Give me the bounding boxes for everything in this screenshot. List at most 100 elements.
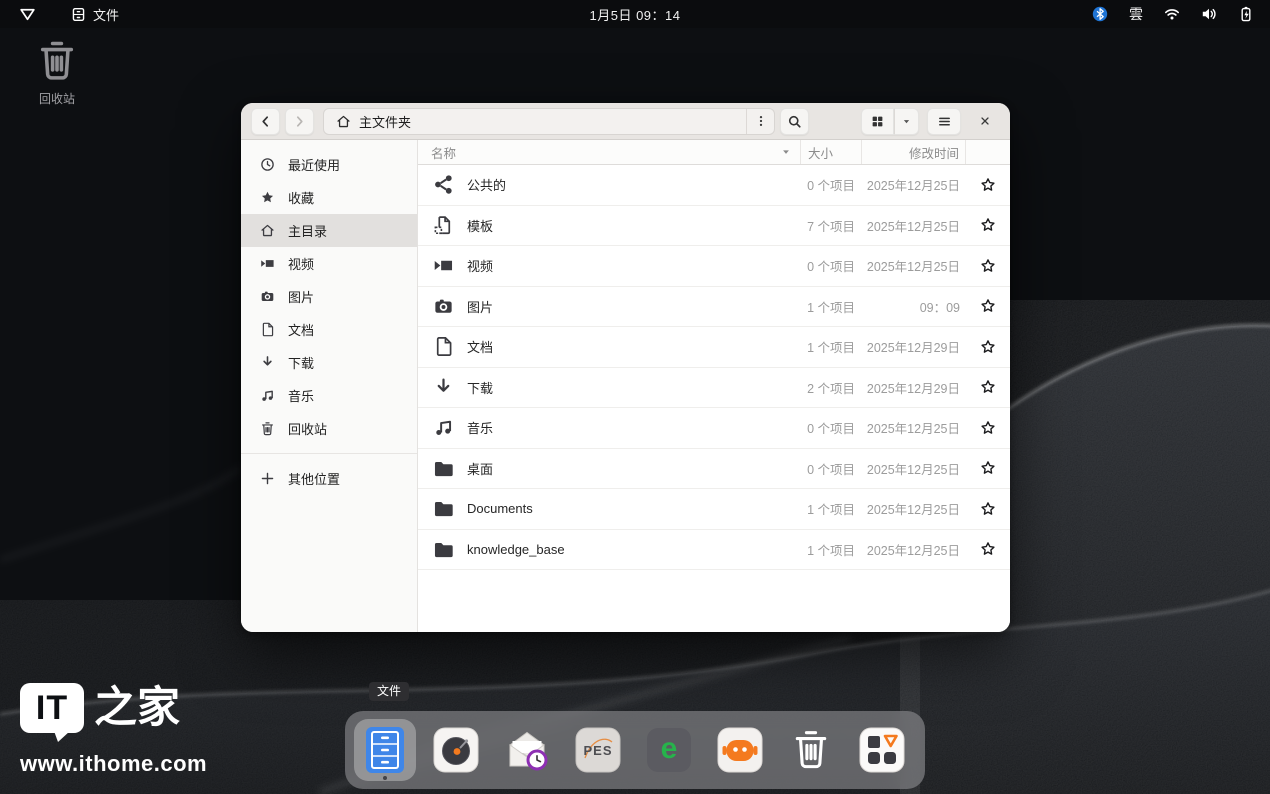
grid-view-button[interactable] <box>861 108 894 135</box>
file-row[interactable]: knowledge_base 1 个项目 2025年12月25日 <box>418 530 1010 571</box>
sidebar-item-label: 其他位置 <box>288 469 340 488</box>
sidebar-item-icon <box>260 256 275 271</box>
file-name: 下载 <box>467 378 493 397</box>
file-row[interactable]: 模板 7 个项目 2025年12月25日 <box>418 206 1010 247</box>
file-type-icon <box>433 336 454 357</box>
file-type-icon <box>433 215 454 236</box>
file-list: 公共的 0 个项目 2025年12月25日 模板 7 个项目 2025年12月2… <box>418 165 1010 632</box>
file-modified: 2025年12月25日 <box>862 540 966 559</box>
file-list-pane: 名称 大小 修改时间 公共的 0 个项目 2025年12月25日 模板 7 个项… <box>418 140 1010 632</box>
file-modified: 2025年12月25日 <box>862 175 966 194</box>
sidebar-item-clock[interactable]: 最近使用 <box>241 148 417 181</box>
path-options-button[interactable] <box>746 109 774 134</box>
file-name: 图片 <box>467 297 493 316</box>
favorite-star-button[interactable] <box>966 298 1010 314</box>
watermark-url: www.ithome.com <box>20 751 207 777</box>
status-tray[interactable]: 雲 <box>1092 4 1254 24</box>
app-menu-label: 文件 <box>93 5 119 24</box>
column-header-name[interactable]: 名称 <box>418 140 801 164</box>
file-row[interactable]: 公共的 0 个项目 2025年12月25日 <box>418 165 1010 206</box>
search-button[interactable] <box>780 108 809 135</box>
window-toolbar: 主文件夹 <box>241 103 1010 140</box>
column-header-star[interactable] <box>966 140 1010 164</box>
sidebar-item-icon <box>260 157 275 172</box>
app-menu[interactable]: 文件 <box>71 5 119 24</box>
sidebar-separator <box>241 453 417 454</box>
desktop-trash-shortcut[interactable]: 回收站 <box>25 36 89 107</box>
file-type-icon <box>433 377 454 398</box>
dock-item-trash[interactable] <box>787 726 835 774</box>
dock-item-browser[interactable]: e <box>645 726 693 774</box>
favorite-star-button[interactable] <box>966 460 1010 476</box>
file-row[interactable]: 文档 1 个项目 2025年12月29日 <box>418 327 1010 368</box>
file-type-icon <box>433 539 454 560</box>
file-type-icon <box>433 174 454 195</box>
sidebar-item-star-f[interactable]: 收藏 <box>241 181 417 214</box>
favorite-star-button[interactable] <box>966 217 1010 233</box>
file-name: 模板 <box>467 216 493 235</box>
files-icon <box>365 726 405 774</box>
view-options-dropdown[interactable] <box>894 108 919 135</box>
file-row[interactable]: 桌面 0 个项目 2025年12月25日 <box>418 449 1010 490</box>
path-bar[interactable]: 主文件夹 <box>323 108 775 135</box>
file-row[interactable]: 视频 0 个项目 2025年12月25日 <box>418 246 1010 287</box>
clock[interactable]: 1月5日 09：14 <box>590 5 681 24</box>
wifi-icon[interactable] <box>1164 6 1180 22</box>
column-header-modified[interactable]: 修改时间 <box>862 140 966 164</box>
dock-item-record[interactable] <box>432 726 480 774</box>
file-modified: 2025年12月29日 <box>862 337 966 356</box>
desktop: 文件 1月5日 09：14 雲 回收站 主文件夹 <box>0 0 1270 794</box>
star-icon <box>980 420 996 436</box>
file-type-icon <box>433 255 454 276</box>
system-logo-icon[interactable] <box>18 5 37 24</box>
forward-button[interactable] <box>285 108 314 135</box>
kebab-menu-icon <box>754 114 768 128</box>
close-window-button[interactable] <box>970 108 1000 135</box>
sidebar: 最近使用 收藏 主目录 视频 图片 文档 下载 音乐 回收站 其他位置 <box>241 140 418 632</box>
sidebar-item-doc[interactable]: 文档 <box>241 313 417 346</box>
favorite-star-button[interactable] <box>966 420 1010 436</box>
star-icon <box>980 258 996 274</box>
star-icon <box>980 460 996 476</box>
favorite-star-button[interactable] <box>966 339 1010 355</box>
file-row[interactable]: 图片 1 个项目 09：09 <box>418 287 1010 328</box>
back-button[interactable] <box>251 108 280 135</box>
robot-icon <box>717 727 763 773</box>
file-row[interactable]: Documents 1 个项目 2025年12月25日 <box>418 489 1010 530</box>
dock-item-robot[interactable] <box>716 726 764 774</box>
sidebar-item-download[interactable]: 下载 <box>241 346 417 379</box>
file-size: 2 个项目 <box>801 378 862 397</box>
battery-icon[interactable] <box>1238 6 1254 22</box>
input-method-indicator[interactable]: 雲 <box>1129 4 1143 24</box>
dock-item-pes[interactable]: PES <box>574 726 622 774</box>
sort-descending-icon <box>781 147 791 157</box>
sidebar-item-video[interactable]: 视频 <box>241 247 417 280</box>
sidebar-item-home[interactable]: 主目录 <box>241 214 417 247</box>
column-header-size[interactable]: 大小 <box>801 140 862 164</box>
file-row[interactable]: 音乐 0 个项目 2025年12月25日 <box>418 408 1010 449</box>
sidebar-item-icon <box>260 190 275 205</box>
bluetooth-icon[interactable] <box>1092 6 1108 22</box>
file-row[interactable]: 下载 2 个项目 2025年12月29日 <box>418 368 1010 409</box>
sidebar-item-trash[interactable]: 回收站 <box>241 412 417 445</box>
sidebar-item-plus[interactable]: 其他位置 <box>241 462 417 495</box>
volume-icon[interactable] <box>1201 6 1217 22</box>
file-size: 0 个项目 <box>801 256 862 275</box>
favorite-star-button[interactable] <box>966 501 1010 517</box>
star-icon <box>980 339 996 355</box>
favorite-star-button[interactable] <box>966 177 1010 193</box>
dock-item-files[interactable] <box>361 726 409 774</box>
file-modified: 2025年12月25日 <box>862 499 966 518</box>
file-name: 文档 <box>467 337 493 356</box>
sidebar-item-label: 下载 <box>288 353 314 372</box>
favorite-star-button[interactable] <box>966 379 1010 395</box>
sidebar-item-camera[interactable]: 图片 <box>241 280 417 313</box>
file-name: 桌面 <box>467 459 493 478</box>
sidebar-item-icon <box>260 421 275 436</box>
favorite-star-button[interactable] <box>966 541 1010 557</box>
dock-item-appgrid[interactable] <box>858 726 906 774</box>
sidebar-item-music[interactable]: 音乐 <box>241 379 417 412</box>
dock-item-mail[interactable] <box>503 726 551 774</box>
main-menu-button[interactable] <box>927 108 961 135</box>
favorite-star-button[interactable] <box>966 258 1010 274</box>
